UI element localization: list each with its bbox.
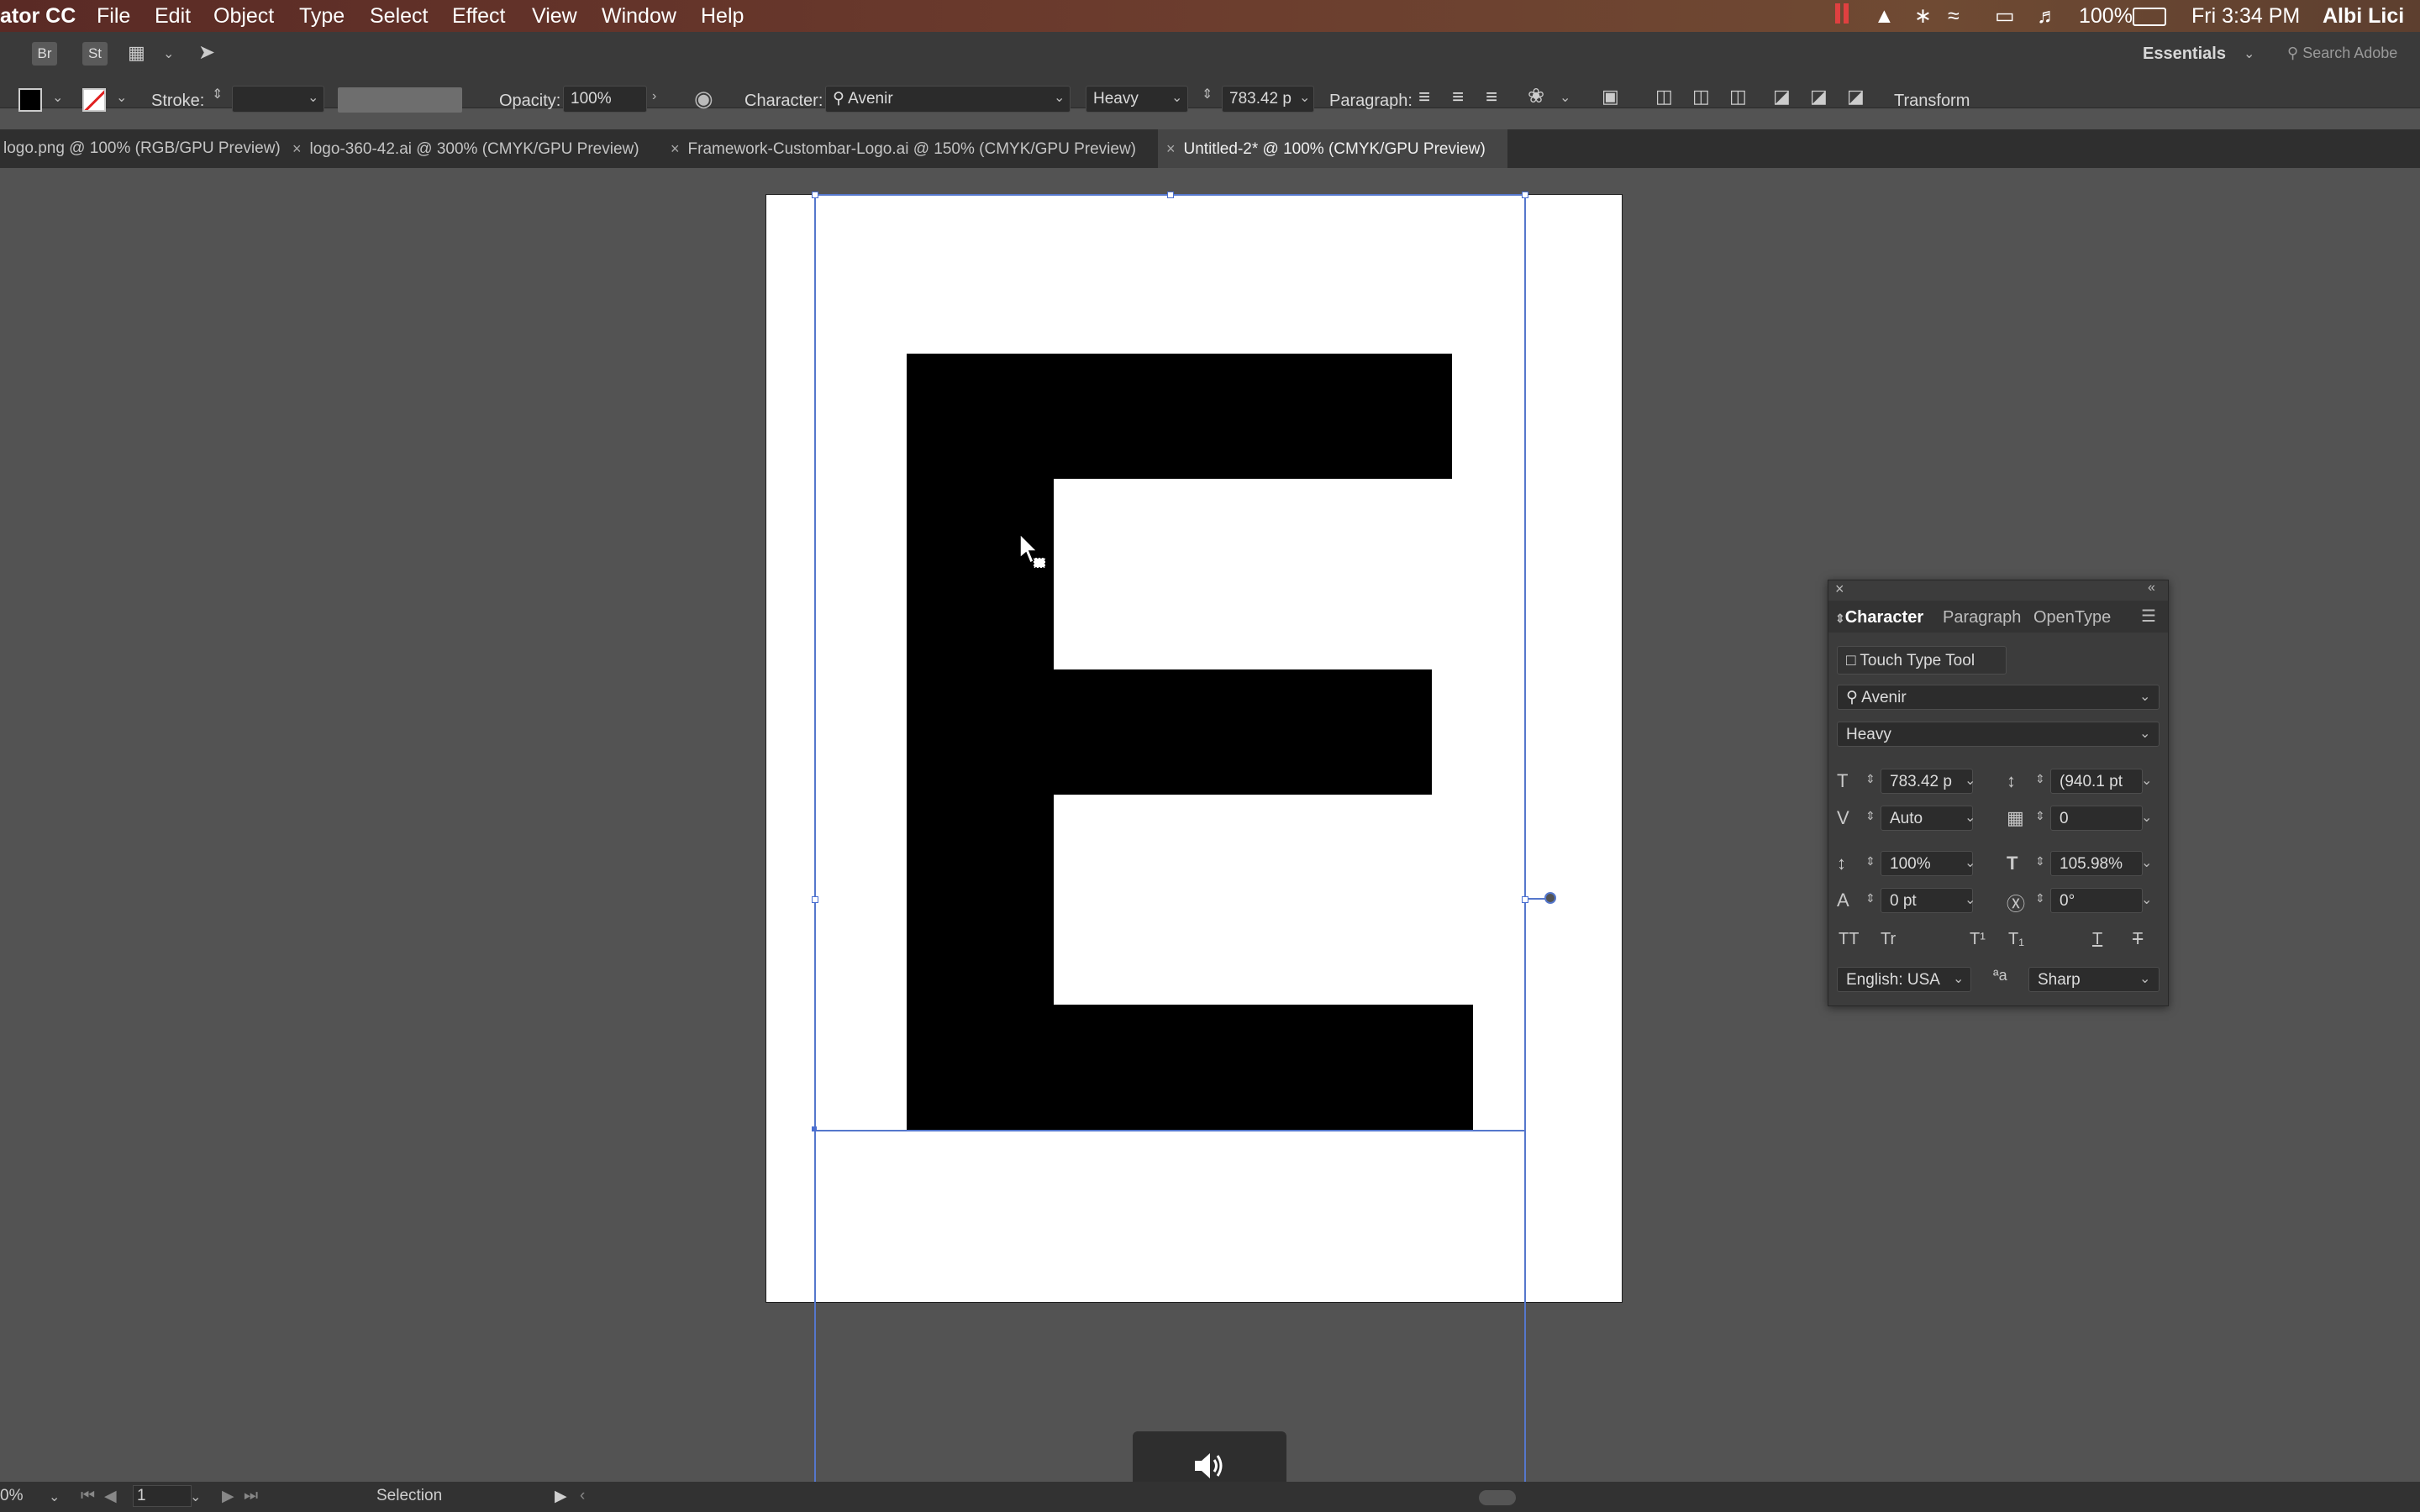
vertical-scale-stepper[interactable]: ⇕ bbox=[1865, 854, 1876, 869]
superscript-icon[interactable]: T¹ bbox=[1970, 930, 1986, 949]
horizontal-scrollbar-thumb[interactable] bbox=[1479, 1490, 1516, 1505]
resize-handle[interactable] bbox=[812, 192, 818, 198]
speaker-icon bbox=[1195, 1453, 1223, 1478]
search-icon: ⚲ bbox=[1846, 689, 1858, 706]
character-rotation-icon: Ⓧ bbox=[2007, 894, 2026, 915]
panel-font-size-field[interactable]: 783.42 p bbox=[1881, 769, 1973, 794]
font-size-icon: T bbox=[1837, 770, 1849, 791]
chevron-down-icon[interactable]: ⌄ bbox=[1965, 772, 1975, 789]
artboard-number-field[interactable]: 1 bbox=[133, 1485, 192, 1507]
threaded-text-out-port[interactable] bbox=[1544, 892, 1556, 904]
underline-icon[interactable]: T bbox=[2092, 930, 2102, 949]
chevron-down-icon[interactable]: ⌄ bbox=[2141, 772, 2152, 789]
baseline-shift-field[interactable]: 0 pt bbox=[1881, 888, 1973, 913]
leading-stepper[interactable]: ⇕ bbox=[2035, 772, 2045, 786]
text-frame-right-edge bbox=[1524, 194, 1526, 1482]
touch-type-tool-button[interactable]: □ Touch Type Tool bbox=[1837, 646, 2007, 675]
tab-opentype[interactable]: OpenType bbox=[2033, 602, 2111, 633]
chevron-down-icon[interactable]: ⌄ bbox=[1965, 891, 1975, 908]
zoom-level[interactable]: 0% bbox=[0, 1487, 23, 1505]
first-artboard-icon[interactable]: ⏮ bbox=[81, 1487, 95, 1505]
status-menu-arrow-icon[interactable]: ▶ bbox=[555, 1487, 567, 1506]
vertical-scale-field[interactable]: 100% bbox=[1881, 851, 1973, 876]
last-artboard-icon[interactable]: ⏭ bbox=[244, 1487, 258, 1505]
text-baseline bbox=[814, 1130, 1526, 1131]
kerning-field[interactable]: Auto bbox=[1881, 806, 1973, 831]
letter-e-glyph[interactable] bbox=[907, 354, 1473, 1130]
small-caps-icon[interactable]: Tr bbox=[1881, 930, 1896, 949]
resize-handle[interactable] bbox=[1522, 192, 1528, 198]
panel-menu-icon[interactable]: ☰ bbox=[2141, 606, 2156, 627]
horizontal-scale-field[interactable]: 105.98% bbox=[2050, 851, 2143, 876]
subscript-icon[interactable]: T₁ bbox=[2008, 930, 2024, 949]
kerning-icon: V bbox=[1837, 807, 1849, 828]
chevron-down-icon[interactable]: ⌄ bbox=[1965, 809, 1975, 826]
resize-handle[interactable] bbox=[1522, 896, 1528, 903]
rotation-stepper[interactable]: ⇕ bbox=[2035, 891, 2045, 906]
horizontal-scale-icon: T bbox=[2007, 853, 2018, 874]
baseline-shift-icon: A bbox=[1837, 890, 1849, 911]
panel-font-family-field[interactable]: ⚲ Avenir bbox=[1837, 685, 2160, 710]
baseline-handle[interactable] bbox=[812, 1126, 817, 1131]
chevron-down-icon[interactable]: ⌄ bbox=[2141, 854, 2152, 871]
tab-character[interactable]: ⇕Character bbox=[1835, 602, 1923, 633]
font-size-stepper[interactable]: ⇕ bbox=[1865, 772, 1876, 786]
text-frame-left-edge bbox=[814, 194, 816, 1482]
chevron-down-icon[interactable]: ⌄ bbox=[2141, 891, 2152, 908]
leading-icon: ↕ bbox=[2007, 770, 2016, 791]
language-field[interactable]: English: USA bbox=[1837, 967, 1971, 992]
chevron-down-icon[interactable]: ⌄ bbox=[190, 1488, 201, 1505]
status-bar: 0% ⌄ ⏮ ◀ 1 ⌄ ▶ ⏭ Selection ▶ ‹ bbox=[0, 1482, 2420, 1512]
chevron-down-icon[interactable]: ⌄ bbox=[49, 1488, 60, 1505]
current-tool-status[interactable]: Selection bbox=[376, 1487, 442, 1505]
character-panel[interactable]: × « ⇕Character Paragraph OpenType ☰ □ To… bbox=[1828, 580, 2169, 1006]
chevron-down-icon[interactable]: ⌄ bbox=[2139, 688, 2150, 705]
strikethrough-icon[interactable]: T bbox=[2133, 930, 2143, 949]
chevron-down-icon[interactable]: ⌄ bbox=[2141, 809, 2152, 826]
tracking-field[interactable]: 0 bbox=[2050, 806, 2143, 831]
previous-artboard-icon[interactable]: ◀ bbox=[104, 1487, 117, 1506]
antialias-icon: ªa bbox=[1993, 967, 2007, 984]
chevron-down-icon[interactable]: ⌄ bbox=[1965, 854, 1975, 871]
scroll-left-icon[interactable]: ‹ bbox=[580, 1487, 585, 1505]
tracking-stepper[interactable]: ⇕ bbox=[2035, 809, 2045, 823]
close-panel-icon[interactable]: × bbox=[1835, 580, 1844, 598]
panel-font-style-field[interactable]: Heavy bbox=[1837, 722, 2160, 747]
resize-handle[interactable] bbox=[812, 896, 818, 903]
touch-type-icon: □ bbox=[1846, 652, 1856, 669]
baseline-shift-stepper[interactable]: ⇕ bbox=[1865, 891, 1876, 906]
tracking-icon: ▦ bbox=[2007, 807, 2024, 828]
all-caps-icon[interactable]: TT bbox=[1839, 930, 1859, 949]
chevron-down-icon[interactable]: ⌄ bbox=[1953, 970, 1964, 987]
tab-paragraph[interactable]: Paragraph bbox=[1943, 602, 2021, 633]
next-artboard-icon[interactable]: ▶ bbox=[222, 1487, 234, 1506]
collapse-panel-icon[interactable]: « bbox=[2148, 580, 2155, 596]
resize-handle[interactable] bbox=[1167, 192, 1174, 198]
rotation-field[interactable]: 0° bbox=[2050, 888, 2143, 913]
chevron-down-icon[interactable]: ⌄ bbox=[2139, 970, 2150, 987]
horizontal-scale-stepper[interactable]: ⇕ bbox=[2035, 854, 2045, 869]
chevron-down-icon[interactable]: ⌄ bbox=[2139, 725, 2150, 742]
kerning-stepper[interactable]: ⇕ bbox=[1865, 809, 1876, 823]
leading-field[interactable]: (940.1 pt bbox=[2050, 769, 2143, 794]
vertical-scale-icon: ↕ bbox=[1837, 853, 1846, 874]
selection-cursor-icon bbox=[1019, 533, 1046, 569]
